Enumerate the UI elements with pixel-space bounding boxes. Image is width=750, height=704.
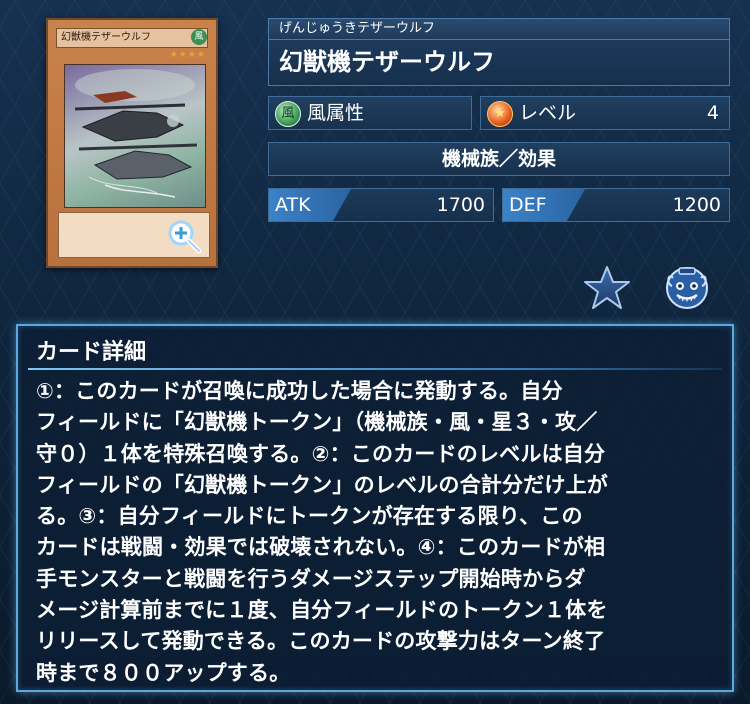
wind-attribute-icon: 風 — [275, 101, 301, 127]
level-label: レベル — [519, 102, 577, 124]
detail-divider — [28, 368, 722, 370]
card-image-attribute-icon: 風 — [191, 29, 207, 45]
atk-label: ATK — [269, 189, 351, 221]
star-icon[interactable] — [582, 264, 632, 312]
card-name: 幻獣機テザーウルフ — [268, 40, 730, 86]
def-label: DEF — [503, 189, 585, 221]
attribute-field: 風 風属性 — [268, 96, 472, 130]
level-field: ★ レベル 4 — [480, 96, 730, 130]
atk-value: 1700 — [436, 194, 485, 216]
card-effect-text: ①：このカードが召喚に成功した場合に発動する。自分 フィールドに「幻獣機トークン… — [36, 379, 608, 685]
type-field: 機械族／効果 — [268, 142, 730, 176]
card-image[interactable]: 幻獣機テザーウルフ 風 ★★★★ — [46, 18, 218, 268]
level-star-icon: ★ — [487, 101, 513, 127]
detail-title: カード詳細 — [36, 340, 147, 365]
card-detail-panel: カード詳細 ①：このカードが召喚に成功した場合に発動する。自分 フィールドに「幻… — [16, 324, 734, 692]
atk-field: ATK 1700 — [268, 188, 494, 222]
card-image-level-stars: ★★★★ — [169, 50, 206, 60]
zoom-in-icon[interactable] — [166, 218, 202, 254]
level-value: 4 — [706, 102, 719, 124]
def-value: 1200 — [672, 194, 721, 216]
attribute-label: 風属性 — [307, 102, 365, 124]
card-artwork — [64, 64, 206, 208]
pot-icon[interactable] — [662, 262, 712, 312]
card-image-name: 幻獣機テザーウルフ — [56, 28, 208, 48]
def-field: DEF 1200 — [502, 188, 730, 222]
card-name-reading: げんじゅうきテザーウルフ — [268, 18, 730, 40]
